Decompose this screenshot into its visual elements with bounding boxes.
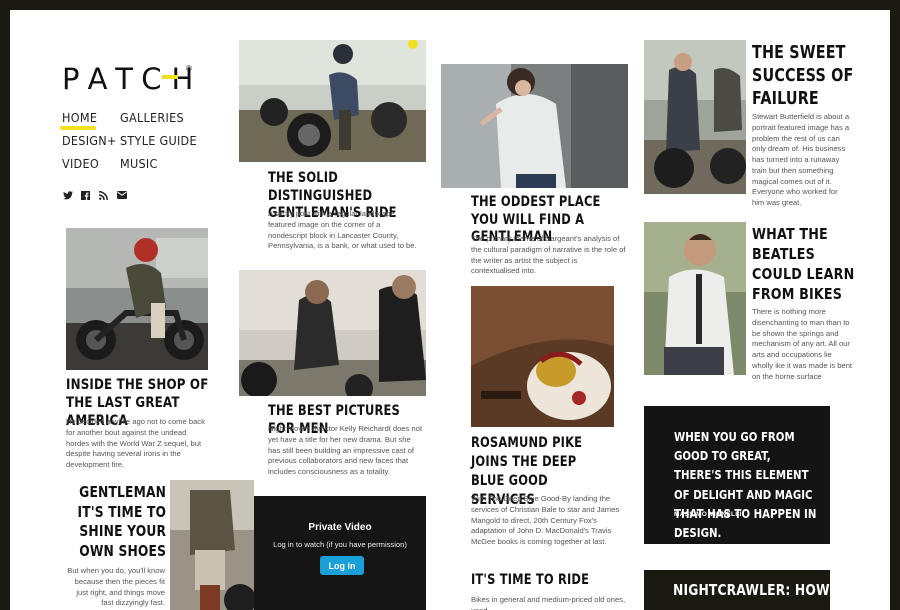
post-title[interactable]: WHAT THE BEATLES COULD LEARN FROM BIKES — [752, 224, 867, 305]
rss-icon[interactable] — [99, 191, 108, 203]
facebook-icon[interactable] — [81, 191, 90, 203]
logo-registered-mark: ® — [186, 64, 192, 73]
nav-item-design[interactable]: DESIGN+ — [62, 133, 117, 148]
post-title[interactable]: GENTLEMAN IT'S TIME TO SHINE YOUR OWN SH… — [62, 483, 166, 561]
post-image-helmet[interactable] — [471, 286, 614, 427]
nav-item-galleries[interactable]: GALLERIES — [120, 110, 184, 125]
quote-block: WHEN YOU GO FROM GOOD TO GREAT, THERE'S … — [644, 406, 830, 544]
post-excerpt: Bikes in general and medium-priced old o… — [471, 595, 626, 610]
featured-post-block[interactable]: NIGHTCRAWLER: HOW — [644, 570, 830, 610]
nav-item-video[interactable]: VIDEO — [62, 156, 99, 171]
nav-item-music[interactable]: MUSIC — [120, 156, 158, 171]
private-video-message: Log in to watch (if you have permission) — [273, 540, 407, 549]
nav-active-underline — [60, 126, 96, 130]
post-excerpt: With The Deep Blue Good-By landing the s… — [471, 494, 620, 547]
post-excerpt: A sticky post with a regular landscape f… — [268, 209, 417, 251]
private-video-panel: Private Video Log in to watch (if you ha… — [254, 496, 426, 610]
post-title[interactable]: NIGHTCRAWLER: HOW — [673, 581, 837, 600]
logo-accent-bar — [162, 75, 178, 79]
post-title[interactable]: THE SWEET SUCCESS OF FAILURE — [752, 42, 867, 110]
post-excerpt: There is nothing more disenchanting to m… — [752, 307, 853, 381]
quote-text: WHEN YOU GO FROM GOOD TO GREAT, THERE'S … — [674, 430, 817, 540]
quote-author: MASSIMO VIGNELLI — [674, 511, 742, 518]
site-logo[interactable]: PATCH — [62, 62, 203, 96]
page: PATCH ® HOME GALLERIES DESIGN+ STYLE GUI… — [10, 10, 890, 610]
twitter-icon[interactable] — [63, 191, 73, 203]
post-image-shoes[interactable] — [170, 480, 254, 610]
post-excerpt: Night Moves director Kelly Reichardt doe… — [268, 424, 423, 477]
post-image-beatles[interactable] — [644, 222, 746, 375]
private-video-title: Private Video — [308, 522, 372, 533]
post-title[interactable]: IT'S TIME TO RIDE — [471, 572, 627, 590]
post-excerpt: But when you do, you'll know because the… — [67, 566, 165, 608]
post-excerpt: He decided a while ago not to come back … — [66, 417, 205, 470]
post-excerpt: Stewart Butterfield is about a portrait … — [752, 112, 850, 208]
post-image-sweet-success[interactable] — [644, 40, 746, 194]
post-title-text[interactable]: GENTLEMAN IT'S TIME TO SHINE YOUR OWN SH… — [78, 483, 167, 560]
nav-item-style-guide[interactable]: STYLE GUIDE — [120, 133, 197, 148]
post-image-shop[interactable] — [66, 228, 208, 370]
post-image-best-pictures[interactable] — [239, 270, 426, 396]
post-excerpt: The primary theme of Sargeant's analysis… — [471, 234, 626, 276]
nav-item-home[interactable]: HOME — [62, 110, 97, 125]
email-icon[interactable] — [117, 191, 127, 202]
video-login-button[interactable]: Log in — [320, 556, 364, 575]
post-image-oddest-place[interactable] — [441, 64, 628, 188]
post-image-ride[interactable] — [239, 40, 426, 162]
